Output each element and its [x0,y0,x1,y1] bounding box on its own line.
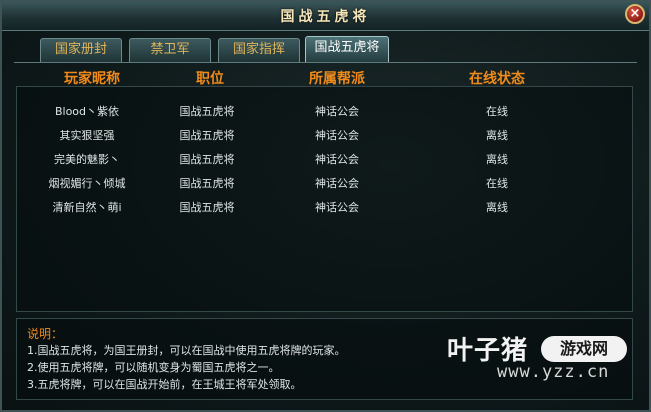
player-status: 在线 [486,105,508,118]
player-nickname: 清新自然丶萌i [52,201,122,214]
player-guild: 神话公会 [315,201,359,214]
table-row[interactable]: Blood丶紫依 国战五虎将 神话公会 在线 [17,103,632,121]
tab-imperial-guard[interactable]: 禁卫军 [129,38,211,62]
player-position: 国战五虎将 [179,201,235,214]
window-title: 国战五虎将 [280,9,371,25]
column-header-nickname: 玩家昵称 [64,71,120,87]
site-watermark: 叶子猪 游戏网 www.yzz.cn [447,330,637,390]
tab-national-command[interactable]: 国家指挥 [218,38,300,62]
player-status: 离线 [486,201,508,214]
player-nickname: Blood丶紫依 [54,105,120,118]
note-line: 1.国战五虎将，为国王册封，可以在国战中使用五虎将牌的玩家。 [27,344,346,357]
player-guild: 神话公会 [315,129,359,142]
notes-title: 说明： [27,327,64,341]
watermark-url: www.yzz.cn [497,362,610,382]
player-status: 离线 [486,153,508,166]
column-header-guild: 所属帮派 [309,71,365,87]
player-status: 离线 [486,129,508,142]
table-row[interactable]: 完美的魅影丶 国战五虎将 神话公会 离线 [17,151,632,169]
player-table: Blood丶紫依 国战五虎将 神话公会 在线 其实狠坚强 国战五虎将 神话公会 … [16,86,633,312]
player-position: 国战五虎将 [179,129,235,142]
note-line: 3.五虎将牌，可以在国战开始前，在王城王将军处领取。 [27,378,302,391]
table-row[interactable]: 其实狠坚强 国战五虎将 神话公会 离线 [17,127,632,145]
player-nickname: 完美的魅影丶 [54,153,120,166]
player-nickname: 其实狠坚强 [59,129,115,142]
tab-five-tiger-generals[interactable]: 国战五虎将 [305,36,389,63]
column-header-position: 职位 [196,71,224,87]
player-guild: 神话公会 [315,177,359,190]
player-guild: 神话公会 [315,105,359,118]
table-row[interactable]: 清新自然丶萌i 国战五虎将 神话公会 离线 [17,199,632,217]
divider [14,62,637,63]
title-bar[interactable]: 国战五虎将 × [2,2,649,31]
close-icon[interactable]: × [625,4,645,24]
player-position: 国战五虎将 [179,105,235,118]
player-status: 在线 [486,177,508,190]
note-line: 2.使用五虎将牌，可以随机变身为蜀国五虎将之一。 [27,361,280,374]
column-header-online-status: 在线状态 [469,71,525,87]
watermark-badge: 游戏网 [541,336,627,362]
tab-national-appointment[interactable]: 国家册封 [40,38,122,62]
player-position: 国战五虎将 [179,153,235,166]
player-guild: 神话公会 [315,153,359,166]
five-tiger-generals-window: 国战五虎将 × 国家册封 禁卫军 国家指挥 国战五虎将 玩家昵称 职位 所属帮派… [0,0,651,412]
player-position: 国战五虎将 [179,177,235,190]
player-nickname: 烟视媚行丶倾城 [48,177,126,190]
table-row[interactable]: 烟视媚行丶倾城 国战五虎将 神话公会 在线 [17,175,632,193]
